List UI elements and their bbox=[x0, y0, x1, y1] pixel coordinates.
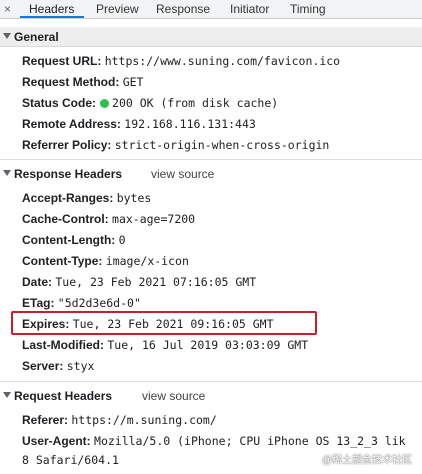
header-value: 8 Safari/604.1 bbox=[22, 453, 119, 467]
response-row-last-modified: Last-Modified: Tue, 16 Jul 2019 03:03:09… bbox=[22, 338, 308, 353]
header-key: Referer: bbox=[22, 413, 69, 427]
header-key: Content-Type: bbox=[22, 254, 103, 268]
header-key: Content-Length: bbox=[22, 233, 116, 247]
header-key: Date: bbox=[22, 275, 53, 289]
header-value: 192.168.116.131:443 bbox=[124, 117, 256, 131]
header-key: Cache-Control: bbox=[22, 212, 109, 226]
section-title: Request Headers bbox=[14, 389, 113, 403]
section-general-header[interactable]: General bbox=[0, 27, 422, 47]
expires-highlight-box bbox=[11, 311, 317, 335]
header-value: max-age=7200 bbox=[112, 212, 196, 226]
header-key: User-Agent: bbox=[22, 434, 91, 448]
response-row-cache-control: Cache-Control: max-age=7200 bbox=[22, 212, 195, 227]
header-key: Request URL: bbox=[22, 54, 102, 68]
general-row-status-code: Status Code: 200 OK (from disk cache) bbox=[22, 96, 278, 111]
tab-response[interactable]: Response bbox=[156, 2, 210, 16]
watermark: @稀土掘金技术社区 bbox=[321, 455, 412, 466]
request-row-referer: Referer: https://m.suning.com/ bbox=[22, 413, 217, 428]
header-key: Remote Address: bbox=[22, 117, 121, 131]
header-value: bytes bbox=[116, 191, 152, 205]
header-key: ETag: bbox=[22, 296, 55, 310]
header-value: strict-origin-when-cross-origin bbox=[114, 138, 330, 152]
header-key: Referrer Policy: bbox=[22, 138, 112, 152]
tab-headers[interactable]: Headers bbox=[29, 2, 74, 16]
collapse-triangle-icon[interactable] bbox=[3, 170, 11, 176]
tab-preview[interactable]: Preview bbox=[96, 2, 139, 16]
view-source-link[interactable]: view source bbox=[151, 167, 214, 181]
devtools-tab-bar: × Headers Preview Response Initiator Tim… bbox=[0, 0, 422, 19]
section-title: General bbox=[14, 30, 59, 44]
header-key: Last-Modified: bbox=[22, 338, 104, 352]
general-row-request-method: Request Method: GET bbox=[22, 75, 143, 90]
collapse-triangle-icon[interactable] bbox=[3, 392, 11, 398]
response-row-etag: ETag: "5d2d3e6d-0" bbox=[22, 296, 141, 311]
header-value: "5d2d3e6d-0" bbox=[57, 296, 141, 310]
request-row-user-agent: User-Agent: Mozilla/5.0 (iPhone; CPU iPh… bbox=[22, 434, 406, 449]
tab-initiator[interactable]: Initiator bbox=[230, 2, 269, 16]
section-divider bbox=[0, 381, 422, 382]
header-value: image/x-icon bbox=[105, 254, 189, 268]
section-divider bbox=[0, 159, 422, 160]
section-request-headers-header[interactable]: Request Headers view source bbox=[0, 386, 422, 406]
header-value: https://m.suning.com/ bbox=[71, 413, 217, 427]
request-row-user-agent-continued: 8 Safari/604.1 bbox=[22, 453, 119, 468]
status-dot-icon bbox=[100, 99, 110, 108]
header-value: 0 bbox=[118, 233, 126, 247]
collapse-triangle-icon[interactable] bbox=[3, 33, 11, 39]
general-row-referrer-policy: Referrer Policy: strict-origin-when-cros… bbox=[22, 138, 329, 153]
response-row-content-type: Content-Type: image/x-icon bbox=[22, 254, 189, 269]
close-icon[interactable]: × bbox=[4, 2, 11, 16]
header-value: styx bbox=[66, 359, 95, 373]
tab-timing[interactable]: Timing bbox=[290, 2, 326, 16]
view-source-link[interactable]: view source bbox=[142, 389, 205, 403]
header-key: Status Code: bbox=[22, 96, 97, 110]
header-value: Mozilla/5.0 (iPhone; CPU iPhone OS 13_2_… bbox=[94, 434, 406, 448]
active-tab-indicator bbox=[20, 16, 84, 18]
general-row-request-url: Request URL: https://www.suning.com/favi… bbox=[22, 54, 340, 69]
general-row-remote-address: Remote Address: 192.168.116.131:443 bbox=[22, 117, 256, 132]
header-value: Tue, 23 Feb 2021 07:16:05 GMT bbox=[55, 275, 257, 289]
response-row-server: Server: styx bbox=[22, 359, 94, 374]
response-row-content-length: Content-Length: 0 bbox=[22, 233, 126, 248]
response-row-accept-ranges: Accept-Ranges: bytes bbox=[22, 191, 151, 206]
section-title: Response Headers bbox=[14, 167, 123, 181]
header-key: Accept-Ranges: bbox=[22, 191, 114, 205]
response-row-date: Date: Tue, 23 Feb 2021 07:16:05 GMT bbox=[22, 275, 256, 290]
section-response-headers-header[interactable]: Response Headers view source bbox=[0, 164, 422, 184]
header-value: GET bbox=[122, 75, 144, 89]
header-key: Request Method: bbox=[22, 75, 120, 89]
header-value: 200 OK (from disk cache) bbox=[112, 96, 279, 110]
header-key: Server: bbox=[22, 359, 64, 373]
header-value: Tue, 16 Jul 2019 03:03:09 GMT bbox=[107, 338, 309, 352]
header-value: https://www.suning.com/favicon.ico bbox=[104, 54, 341, 68]
